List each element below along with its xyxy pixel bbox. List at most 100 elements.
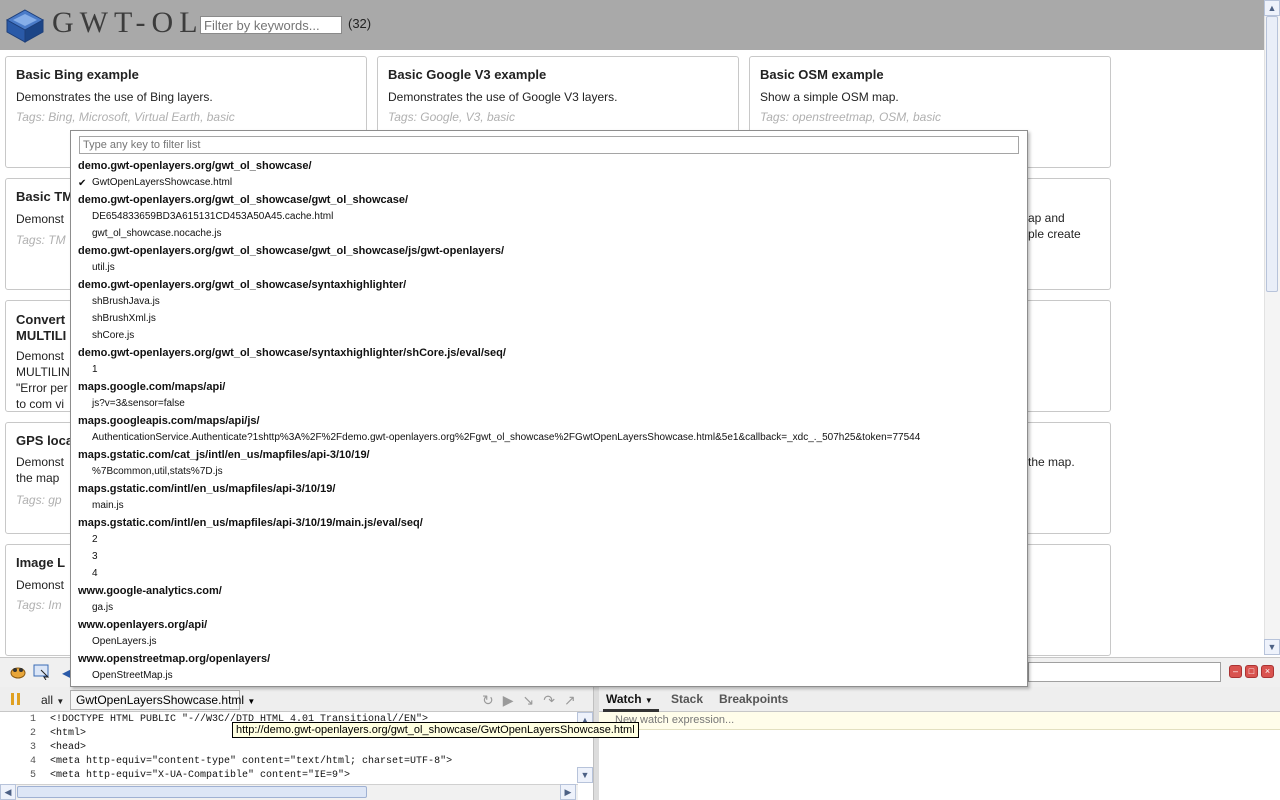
- script-group-header: demo.gwt-openlayers.org/gwt_ol_showcase/…: [78, 194, 409, 206]
- minimize-icon[interactable]: –: [1229, 665, 1242, 678]
- detach-icon[interactable]: □: [1245, 665, 1258, 678]
- card-tags: Tags: Google, V3, basic: [388, 110, 515, 124]
- page-scrollbar-thumb[interactable]: [1266, 16, 1278, 292]
- script-list-item[interactable]: DE654833659BD3A615131CD453A50A45.cache.h…: [92, 211, 333, 222]
- code-line: <head>: [50, 742, 87, 753]
- tab-breakpoints[interactable]: Breakpoints: [719, 692, 788, 706]
- card-description-fragment: ap and: [1028, 211, 1065, 225]
- chevron-down-icon: ▼: [56, 697, 65, 706]
- card-description: "Error per: [16, 381, 68, 395]
- tab-watch-label: Watch: [606, 692, 642, 706]
- line-number: 1: [29, 714, 36, 725]
- script-list-item[interactable]: main.js: [92, 500, 124, 511]
- script-list-item[interactable]: util.js: [92, 262, 115, 273]
- script-list-filter-input[interactable]: [79, 136, 1019, 154]
- card-tags: Tags: TM: [16, 233, 66, 247]
- script-list-item[interactable]: shCore.js: [92, 330, 134, 341]
- script-group-header: demo.gwt-openlayers.org/gwt_ol_showcase/: [78, 160, 312, 172]
- firebug-icon[interactable]: [8, 664, 28, 685]
- filter-keywords-input[interactable]: [200, 16, 342, 34]
- script-list-item[interactable]: 2: [92, 534, 98, 545]
- script-list-item[interactable]: GwtOpenLayersShowcase.html: [92, 177, 232, 188]
- script-group-header: www.google-analytics.com/: [78, 585, 222, 597]
- new-watch-expression[interactable]: New watch expression...: [599, 712, 1280, 730]
- code-line: <html>: [50, 728, 87, 739]
- pause-icon[interactable]: [9, 692, 23, 711]
- card-tags: Tags: gp: [16, 493, 62, 507]
- script-list-item[interactable]: AuthenticationService.Authenticate?1shtt…: [92, 432, 920, 443]
- script-group-header: maps.googleapis.com/maps/api/js/: [78, 415, 260, 427]
- step-out-icon[interactable]: ↗: [564, 692, 585, 708]
- code-scroll-down-button[interactable]: ▼: [577, 767, 593, 783]
- card-title[interactable]: Convert: [16, 312, 65, 327]
- tab-stack[interactable]: Stack: [671, 692, 703, 706]
- firebug-search-input[interactable]: [1028, 662, 1221, 682]
- script-list-item[interactable]: 1: [92, 364, 98, 375]
- line-number: 3: [29, 742, 36, 753]
- debug-controls: ↻▶↘↷↗: [482, 692, 585, 709]
- script-list-item[interactable]: ga.js: [92, 602, 113, 613]
- script-group-header: www.openstreetmap.org/openlayers/: [78, 653, 271, 665]
- step-over-icon[interactable]: ↷: [543, 692, 564, 708]
- code-line: <meta http-equiv="content-type" content=…: [50, 756, 453, 767]
- panel-divider[interactable]: [593, 687, 599, 800]
- script-group-header: demo.gwt-openlayers.org/gwt_ol_showcase/…: [78, 347, 506, 359]
- logo-text: GWT-OL: [52, 6, 204, 39]
- card-description: the map: [16, 471, 60, 485]
- card-title[interactable]: Basic Bing example: [16, 67, 139, 82]
- code-scroll-right-button[interactable]: ▶: [560, 784, 576, 800]
- line-number: 2: [29, 728, 36, 739]
- script-file-select[interactable]: GwtOpenLayersShowcase.html ▼: [70, 690, 255, 710]
- chevron-down-icon: ▼: [644, 696, 653, 705]
- script-list-item[interactable]: OpenLayers.js: [92, 636, 156, 647]
- script-group-header: maps.gstatic.com/intl/en_us/mapfiles/api…: [78, 483, 336, 495]
- result-count: (32): [348, 16, 372, 31]
- selected-check-icon: ✔: [78, 178, 87, 189]
- card-description: Demonst: [16, 212, 65, 226]
- card-title[interactable]: Image L: [16, 555, 65, 570]
- card-title[interactable]: Basic TM: [16, 189, 73, 204]
- step-into-icon[interactable]: ↘: [523, 692, 544, 708]
- script-list-popup: demo.gwt-openlayers.org/gwt_ol_showcase/…: [70, 130, 1028, 687]
- inspect-icon[interactable]: [33, 664, 51, 685]
- script-list-item[interactable]: shBrushXml.js: [92, 313, 156, 324]
- script-list-item[interactable]: shBrushJava.js: [92, 296, 160, 307]
- card-description-fragment: ple create: [1028, 227, 1081, 241]
- card-title-line2: MULTILI: [16, 328, 67, 343]
- script-file-label: GwtOpenLayersShowcase.html: [76, 693, 245, 707]
- card-description: Show a simple OSM map.: [760, 90, 899, 104]
- script-list-item[interactable]: 4: [92, 568, 98, 579]
- script-group-header: demo.gwt-openlayers.org/gwt_ol_showcase/…: [78, 279, 407, 291]
- scroll-up-button[interactable]: ▲: [1264, 0, 1280, 16]
- filter-all-label: all: [41, 693, 54, 707]
- card-title[interactable]: Basic OSM example: [760, 67, 884, 82]
- script-list-item[interactable]: gwt_ol_showcase.nocache.js: [92, 228, 222, 239]
- script-list-item[interactable]: %7Bcommon,util,stats%7D.js: [92, 466, 223, 477]
- line-number: 4: [29, 756, 36, 767]
- script-list-item[interactable]: OpenStreetMap.js: [92, 670, 173, 681]
- card-description: Demonst: [16, 349, 65, 363]
- filter-all-dropdown[interactable]: all ▼: [41, 693, 64, 707]
- code-line: <meta http-equiv="X-UA-Compatible" conte…: [50, 770, 351, 781]
- card-title[interactable]: Basic Google V3 example: [388, 67, 546, 82]
- script-group-header: www.openlayers.org/api/: [78, 619, 208, 631]
- card-tags: Tags: Im: [16, 598, 62, 612]
- scroll-down-button[interactable]: ▼: [1264, 639, 1280, 655]
- card-tags: Tags: openstreetmap, OSM, basic: [760, 110, 941, 124]
- script-group-header: maps.gstatic.com/cat_js/intl/en_us/mapfi…: [78, 449, 370, 461]
- card-title[interactable]: GPS loca: [16, 433, 73, 448]
- script-list-item[interactable]: js?v=3&sensor=false: [92, 398, 185, 409]
- close-icon[interactable]: ×: [1261, 665, 1274, 678]
- card-description: to com vi: [16, 397, 65, 411]
- rerun-icon[interactable]: ↻: [482, 692, 503, 708]
- card-description: Demonstrates the use of Google V3 layers…: [388, 90, 618, 104]
- code-horizontal-scrollbar-thumb[interactable]: [17, 786, 367, 798]
- card-description: Demonst: [16, 455, 65, 469]
- continue-icon[interactable]: ▶: [503, 692, 523, 708]
- script-group-header: maps.gstatic.com/intl/en_us/mapfiles/api…: [78, 517, 423, 529]
- script-list-item[interactable]: 3: [92, 551, 98, 562]
- card-description-fragment: the map.: [1028, 455, 1075, 469]
- tab-watch[interactable]: Watch ▼: [606, 692, 653, 706]
- code-scroll-left-button[interactable]: ◀: [0, 784, 16, 800]
- line-number: 5: [29, 770, 36, 781]
